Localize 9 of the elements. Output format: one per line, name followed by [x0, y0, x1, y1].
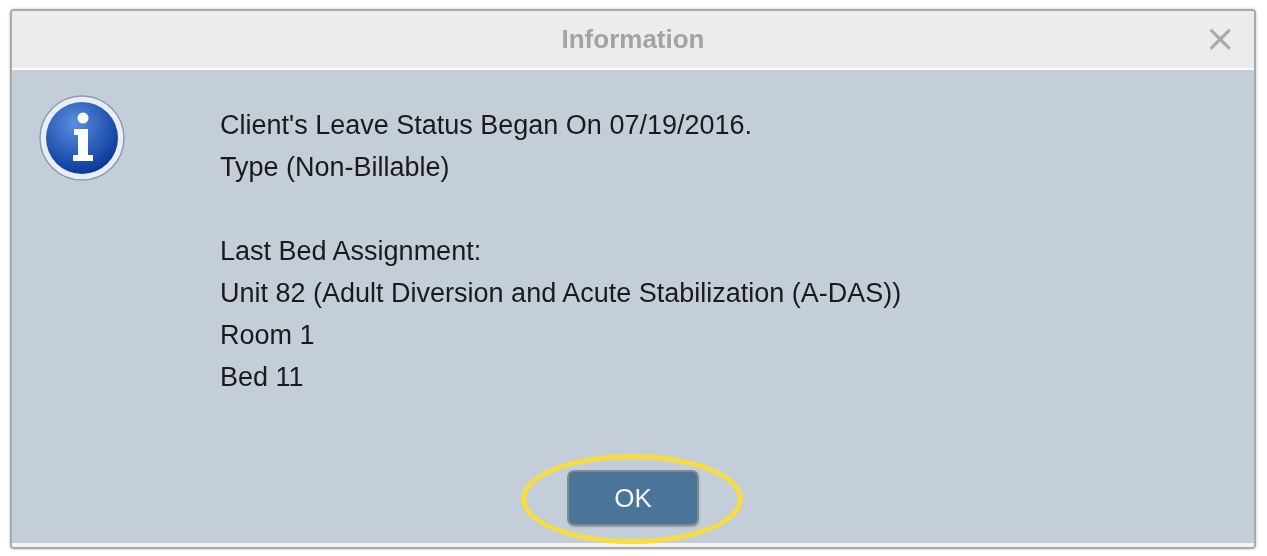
ok-button[interactable]: OK [569, 472, 697, 524]
message-line: Client's Leave Status Began On 07/19/2016. [220, 109, 754, 142]
info-icon [38, 94, 126, 182]
message-line: Last Bed Assignment: [220, 235, 483, 268]
message-line: Bed 11 [220, 361, 305, 394]
message-line: Room 1 [220, 319, 316, 352]
message-line: Unit 82 (Adult Diversion and Acute Stabilization (A-DAS)) [220, 277, 902, 310]
window-title: Information [561, 24, 705, 55]
message-line: Type (Non-Billable) [220, 151, 451, 184]
